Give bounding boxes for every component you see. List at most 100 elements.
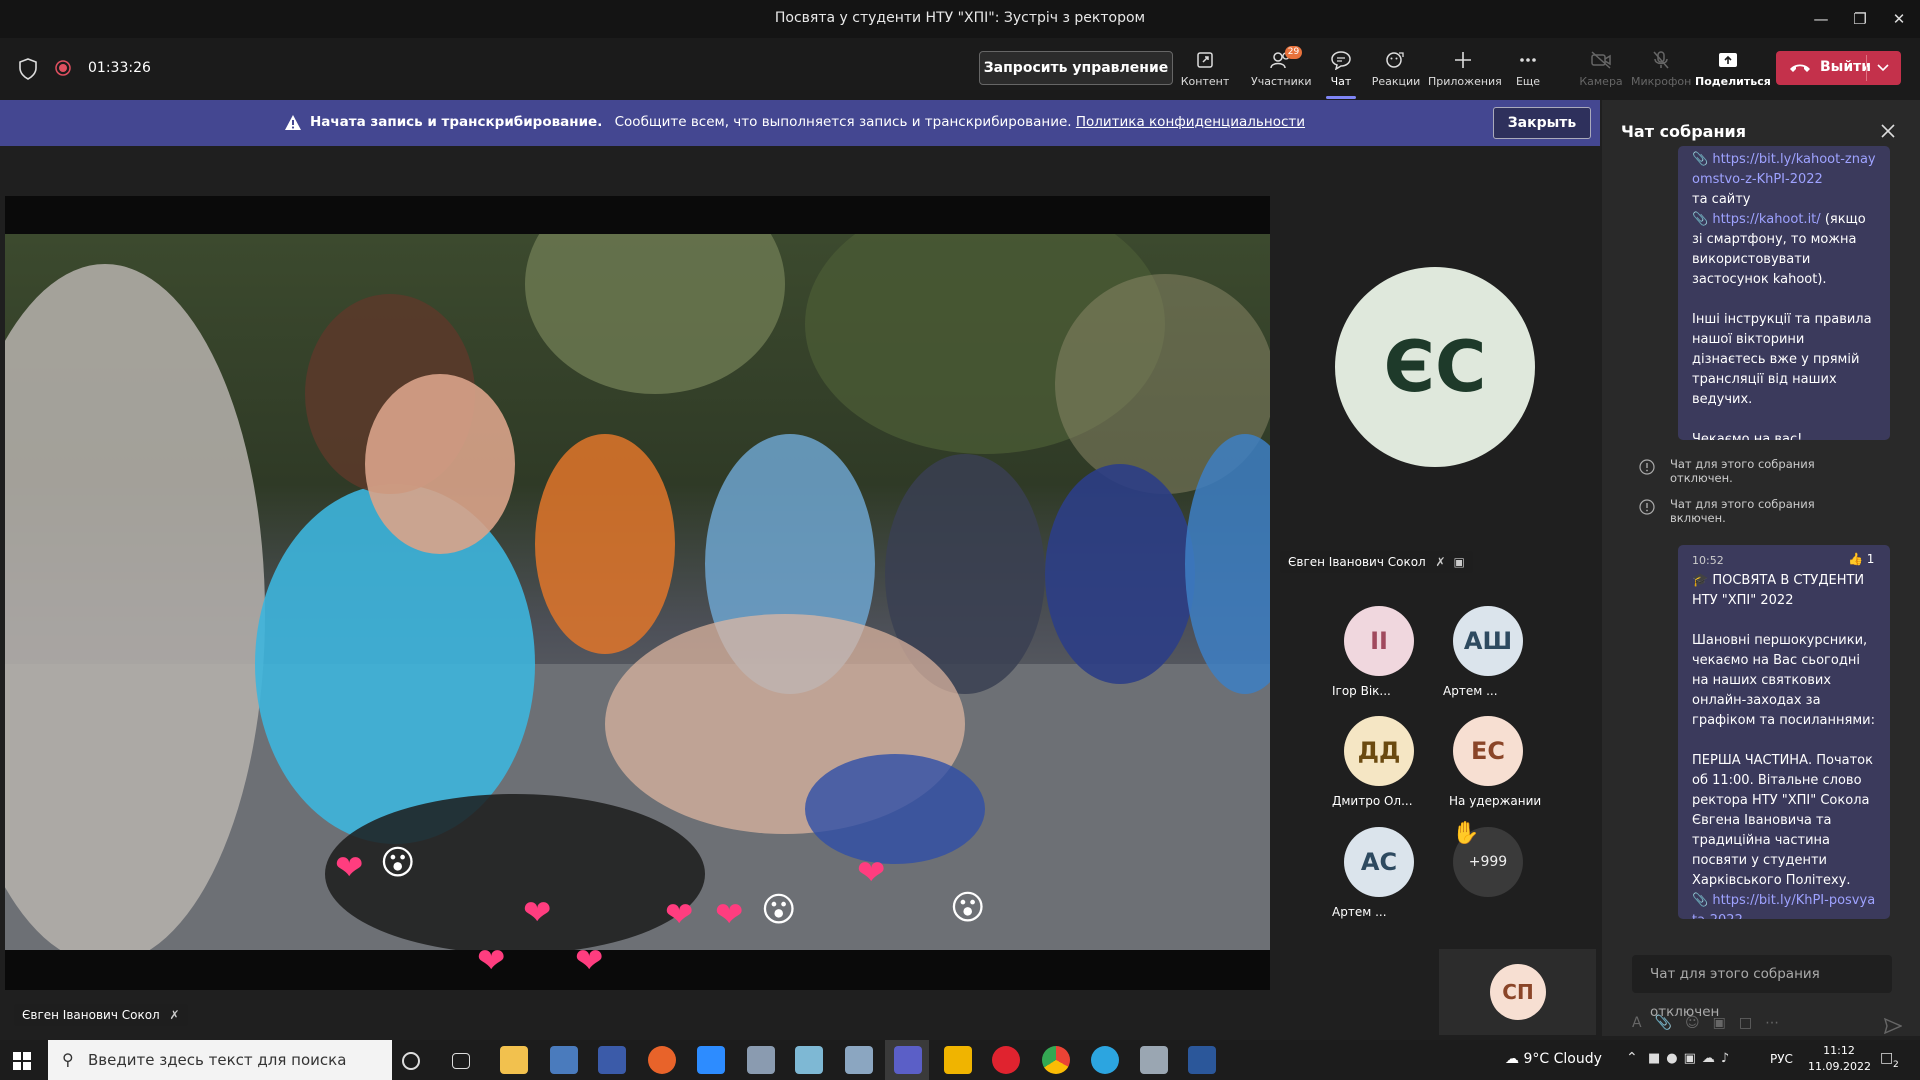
more-button[interactable]: Еще <box>1498 48 1558 98</box>
like-count: 1 <box>1866 552 1875 566</box>
app-icon[interactable] <box>1140 1046 1168 1074</box>
chat-icon <box>1331 51 1351 70</box>
heart-reaction-icon: ❤ <box>857 853 886 893</box>
format-icon[interactable]: A <box>1632 1015 1655 1031</box>
share-screen-button[interactable]: Поделиться <box>1695 48 1771 98</box>
share-content-button[interactable]: Контент <box>1175 48 1235 98</box>
heart-reaction-icon: ❤ <box>715 895 744 935</box>
close-icon[interactable] <box>1881 124 1895 138</box>
message-title: ПОСВЯТА В СТУДЕНТИ НТУ "ХПІ" 2022 <box>1692 573 1865 608</box>
more-options-icon[interactable]: ⋯ <box>1765 1015 1792 1031</box>
heart-reaction-icon: ❤ <box>575 941 604 981</box>
hangup-icon <box>1790 64 1810 72</box>
participants-badge: 29 <box>1285 46 1302 59</box>
word-icon[interactable] <box>1188 1046 1216 1074</box>
chat-input[interactable]: Чат для этого собрания отключен <box>1632 955 1892 1020</box>
leave-divider <box>1866 55 1867 81</box>
language-indicator[interactable]: РУС <box>1770 1052 1793 1066</box>
heart-reaction-icon: ❤ <box>665 895 694 935</box>
app-icon[interactable] <box>747 1046 775 1074</box>
participant-name: Артем ... <box>1443 684 1498 698</box>
surprised-reaction-icon: 😮 <box>761 890 797 930</box>
kahoot-link[interactable]: https://bit.ly/kahoot-znayomstvo-z-KhPI-… <box>1692 152 1876 187</box>
avatar[interactable]: ДД <box>1344 716 1414 786</box>
recording-icon <box>55 60 71 76</box>
privacy-policy-link[interactable]: Политика конфиденциальности <box>1076 114 1305 130</box>
clock-date: 11.09.2022 <box>1808 1060 1871 1073</box>
attach-icon[interactable]: 📎 <box>1655 1015 1685 1031</box>
telegram-icon[interactable] <box>1091 1046 1119 1074</box>
file-explorer-icon[interactable] <box>500 1046 528 1074</box>
gif-icon[interactable]: ▣ <box>1713 1015 1739 1031</box>
app-icon[interactable] <box>944 1046 972 1074</box>
reactions-button[interactable]: Реакции <box>1366 48 1426 98</box>
stage-nameplate: Євген Іванович Сокол ✗ <box>14 1004 188 1026</box>
request-control-button[interactable]: Запросить управление <box>979 51 1173 85</box>
banner-message: Сообщите всем, что выполняется запись и … <box>614 114 1072 130</box>
more-icon <box>1520 58 1536 62</box>
leave-button[interactable]: Выйти <box>1776 51 1901 85</box>
show-hidden-icons[interactable]: ⌃ <box>1626 1050 1638 1066</box>
posvyata-link[interactable]: https://bit.ly/KhPI-posvyata-2022 <box>1692 893 1875 919</box>
zoom-icon[interactable] <box>697 1046 725 1074</box>
mic-off-icon: ✗ <box>169 1008 180 1022</box>
cortana-icon[interactable] <box>402 1052 420 1070</box>
chat-title: Чат собрания <box>1621 122 1747 141</box>
like-reaction[interactable]: 👍 1 <box>1848 549 1874 569</box>
add-apps-icon <box>1455 52 1471 68</box>
chat-button[interactable]: Чат <box>1311 48 1371 99</box>
banner-text: Начата запись и транскрибирование. Сообщ… <box>310 114 1305 130</box>
chat-message: 📎 https://bit.ly/kahoot-znayomstvo-z-KhP… <box>1678 146 1890 440</box>
teams-icon[interactable] <box>894 1046 922 1074</box>
avatar[interactable]: АШ <box>1453 606 1523 676</box>
link-icon: 📎 <box>1692 152 1709 167</box>
chat-active-indicator <box>1326 96 1356 99</box>
task-view-icon[interactable] <box>452 1053 470 1069</box>
shield-icon <box>19 58 37 80</box>
close-banner-button[interactable]: Закрыть <box>1493 107 1591 139</box>
send-icon[interactable] <box>1884 1018 1902 1034</box>
surprised-reaction-icon: 😮 <box>950 888 986 928</box>
avatar[interactable]: ІІ <box>1344 606 1414 676</box>
message-line: та сайту <box>1692 192 1751 207</box>
participant-name: Артем ... <box>1332 905 1387 919</box>
camera-off-icon: ▣ <box>1453 555 1465 569</box>
sticker-icon[interactable]: □ <box>1739 1015 1765 1031</box>
heart-reaction-icon: ❤ <box>335 848 364 888</box>
search-icon: ⚲ <box>62 1050 74 1069</box>
calculator-icon[interactable] <box>845 1046 873 1074</box>
avatar[interactable]: АС <box>1344 827 1414 897</box>
share-content-icon <box>1197 52 1213 68</box>
windows-start-icon[interactable] <box>13 1052 31 1070</box>
emoji-icon[interactable]: ☺ <box>1685 1015 1713 1031</box>
taskbar-search[interactable]: ⚲ Введите здесь текст для поиска <box>48 1040 392 1080</box>
opera-icon[interactable] <box>992 1046 1020 1074</box>
kahoot-it-link[interactable]: https://kahoot.it/ <box>1712 212 1820 227</box>
tray-icons[interactable]: ■●▣☁♪ <box>1648 1051 1735 1066</box>
app-icon[interactable] <box>550 1046 578 1074</box>
avatar[interactable]: ЕС <box>1453 716 1523 786</box>
weather-widget[interactable]: ☁ 9°C Cloudy <box>1505 1051 1602 1067</box>
notification-count: 2 <box>1893 1060 1899 1070</box>
search-placeholder: Введите здесь текст для поиска <box>88 1051 347 1069</box>
microphone-button[interactable]: Микрофон <box>1631 48 1691 98</box>
self-view: СП <box>1439 949 1596 1035</box>
restore-icon[interactable]: ❐ <box>1845 6 1875 32</box>
clock[interactable]: 11:12 11.09.2022 <box>1808 1043 1871 1075</box>
apps-button[interactable]: Приложения <box>1428 48 1502 98</box>
close-window-icon[interactable]: ✕ <box>1884 6 1914 32</box>
firefox-icon[interactable] <box>648 1046 676 1074</box>
chrome-icon[interactable] <box>1042 1046 1070 1074</box>
participant-name: Дмитро Ол... <box>1332 794 1413 808</box>
save-icon[interactable] <box>598 1046 626 1074</box>
app-icon[interactable] <box>795 1046 823 1074</box>
participants-button[interactable]: Участники 29 <box>1251 46 1312 98</box>
minimize-icon[interactable]: — <box>1806 6 1836 32</box>
camera-button[interactable]: Камера <box>1571 48 1631 98</box>
chevron-down-icon[interactable] <box>1876 62 1890 74</box>
chat-message: 10:52 👍 1 🎓 ПОСВЯТА В СТУДЕНТИ НТУ "ХПІ"… <box>1678 545 1890 919</box>
title-bar: Посвята у студенти НТУ "ХПІ": Зустріч з … <box>0 0 1920 38</box>
chat-panel: Чат собрания 📎 https://bit.ly/kahoot-zna… <box>1602 100 1920 1036</box>
heart-reaction-icon: ❤ <box>523 893 552 933</box>
camera-off-icon <box>1591 51 1611 69</box>
